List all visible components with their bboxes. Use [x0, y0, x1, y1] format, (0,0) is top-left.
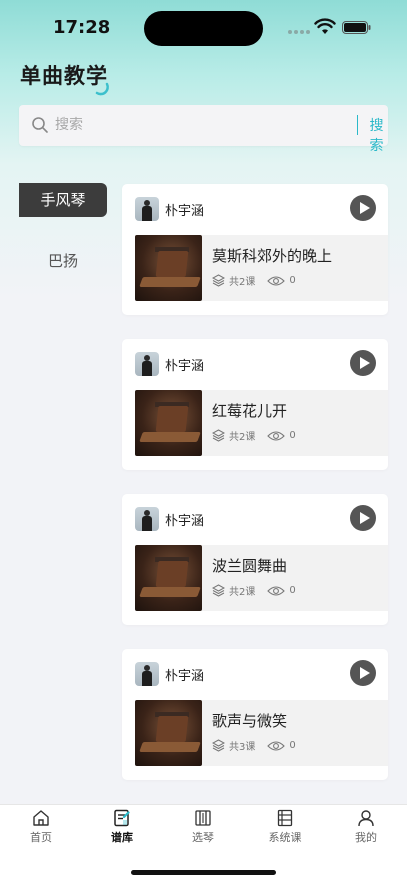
sidebar-item-accordion[interactable]: 手风琴 [19, 183, 107, 217]
song-card: 朴宇涵 红莓花儿开 共2课 0 [122, 339, 388, 470]
song-meta: 共2课 0 [212, 428, 296, 443]
tab-home[interactable]: 首页 [11, 809, 71, 845]
score-library-icon [114, 809, 130, 827]
tab-system-course[interactable]: 系统课 [255, 809, 315, 845]
song-title: 莫斯科郊外的晚上 [212, 247, 333, 265]
view-count: 0 [289, 585, 296, 596]
tab-label: 我的 [355, 831, 377, 844]
song-content[interactable]: 红莓花儿开 共2课 0 [135, 390, 388, 456]
accordion-icon [195, 810, 211, 826]
tab-label: 首页 [30, 831, 52, 844]
search-button[interactable]: 搜索 [365, 115, 388, 155]
song-meta: 共2课 0 [212, 273, 296, 288]
author-avatar [135, 662, 159, 686]
eye-icon [267, 275, 286, 286]
song-thumbnail [135, 700, 202, 766]
song-card: 朴宇涵 歌声与微笑 共3课 0 [122, 649, 388, 780]
eye-icon [267, 430, 286, 441]
song-title: 波兰圆舞曲 [212, 557, 288, 575]
view-count: 0 [289, 275, 296, 286]
author-avatar [135, 352, 159, 376]
search-input[interactable] [55, 113, 345, 137]
loading-spinner-icon [95, 82, 109, 96]
battery-icon [342, 21, 371, 34]
song-content[interactable]: 波兰圆舞曲 共2课 0 [135, 545, 388, 611]
lesson-count: 共2课 [229, 277, 256, 288]
home-indicator-area [0, 854, 407, 883]
layers-icon [212, 274, 225, 287]
layers-icon [212, 584, 225, 597]
view-count: 0 [289, 430, 296, 441]
lesson-count: 共2课 [229, 587, 256, 598]
song-content[interactable]: 歌声与微笑 共3课 0 [135, 700, 388, 766]
song-thumbnail [135, 235, 202, 301]
song-card: 朴宇涵 莫斯科郊外的晚上 共2课 0 [122, 184, 388, 315]
tab-profile[interactable]: 我的 [336, 809, 396, 845]
dynamic-island [144, 11, 263, 46]
category-sidebar: 手风琴 巴扬 [19, 183, 107, 305]
search-divider [357, 115, 358, 135]
status-bar: 17:28 [0, 0, 407, 54]
cellular-signal-icon [288, 30, 310, 34]
bottom-tab-bar: 首页 谱库 选琴 系统课 我的 [0, 804, 407, 854]
song-meta: 共3课 0 [212, 738, 296, 753]
lesson-count: 共3课 [229, 742, 256, 753]
search-bar: 搜索 [19, 105, 388, 154]
author-name: 朴宇涵 [165, 514, 205, 529]
song-thumbnail [135, 390, 202, 456]
eye-icon [267, 585, 286, 596]
home-indicator [131, 870, 276, 875]
play-button[interactable] [350, 660, 376, 686]
tab-label: 谱库 [111, 831, 133, 844]
view-count: 0 [289, 740, 296, 751]
tab-label: 选琴 [192, 831, 214, 844]
tab-score-library[interactable]: 谱库 [92, 809, 152, 845]
author-avatar [135, 197, 159, 221]
author-name: 朴宇涵 [165, 359, 205, 374]
search-icon [32, 117, 48, 133]
wifi-icon [314, 18, 336, 34]
song-meta: 共2课 0 [212, 583, 296, 598]
song-card: 朴宇涵 波兰圆舞曲 共2课 0 [122, 494, 388, 625]
course-list-icon [277, 809, 293, 827]
layers-icon [212, 429, 225, 442]
tab-label: 系统课 [268, 831, 302, 844]
song-content[interactable]: 莫斯科郊外的晚上 共2课 0 [135, 235, 388, 301]
lesson-count: 共2课 [229, 432, 256, 443]
home-icon [33, 810, 49, 826]
layers-icon [212, 739, 225, 752]
play-button[interactable] [350, 195, 376, 221]
tab-choose-instrument[interactable]: 选琴 [173, 809, 233, 845]
sidebar-item-bayan[interactable]: 巴扬 [19, 244, 107, 278]
song-list: 朴宇涵 莫斯科郊外的晚上 共2课 0 朴宇涵 红莓花儿开 共2课 0 朴宇涵 波… [122, 184, 388, 804]
play-button[interactable] [350, 350, 376, 376]
status-time: 17:28 [53, 17, 111, 38]
author-name: 朴宇涵 [165, 669, 205, 684]
profile-icon [358, 810, 374, 827]
song-title: 红莓花儿开 [212, 402, 288, 420]
play-button[interactable] [350, 505, 376, 531]
song-title: 歌声与微笑 [212, 712, 288, 730]
song-thumbnail [135, 545, 202, 611]
author-avatar [135, 507, 159, 531]
eye-icon [267, 740, 286, 751]
author-name: 朴宇涵 [165, 204, 205, 219]
